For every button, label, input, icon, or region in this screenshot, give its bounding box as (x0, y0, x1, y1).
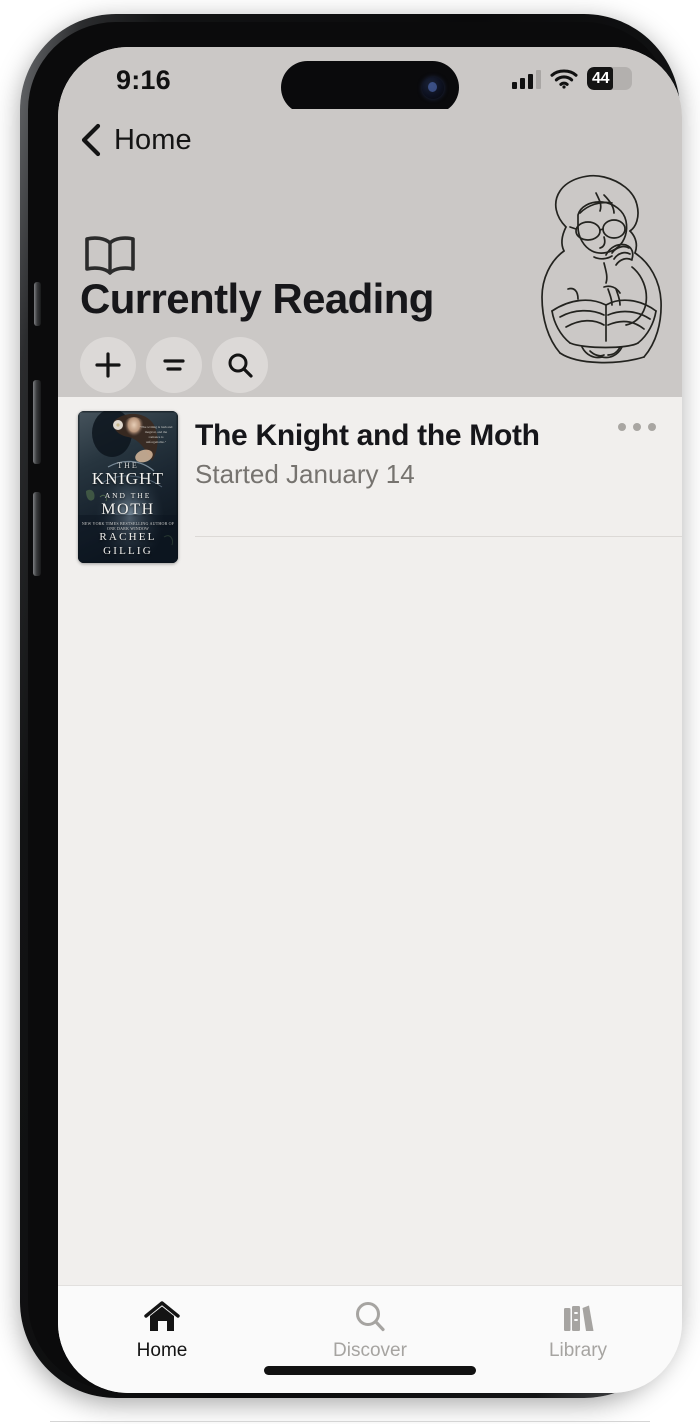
tab-library[interactable]: Library (474, 1300, 682, 1362)
list-divider (195, 536, 682, 537)
open-book-icon (85, 236, 135, 275)
front-camera-icon (422, 76, 444, 99)
chevron-left-icon (81, 123, 101, 157)
search-icon (356, 1302, 385, 1332)
cover-quote: "The writing is lush and magical, and th… (139, 425, 173, 445)
bottom-tab-bar: Home Discover Library (58, 1285, 682, 1393)
currently-reading-list: "The writing is lush and magical, and th… (58, 397, 682, 1285)
more-horizontal-icon[interactable] (618, 423, 656, 431)
tab-discover-label: Discover (333, 1340, 407, 1361)
cellular-signal-icon (512, 69, 541, 89)
battery-percent: 44 (592, 70, 610, 87)
volume-down-button[interactable] (33, 492, 41, 576)
books-shelf-icon (564, 1305, 594, 1331)
page-header: Currently Reading (58, 171, 682, 397)
plus-icon (95, 352, 121, 378)
cover-author-last: GILLIG (103, 545, 153, 557)
home-indicator[interactable] (264, 1366, 476, 1375)
status-time: 9:16 (116, 65, 171, 95)
add-button[interactable] (80, 337, 136, 393)
cover-line-and-the: AND THE (104, 491, 152, 500)
phone-screen: 9:16 44 Home Currently Reading "The writ… (58, 47, 682, 1393)
cover-line-moth: MOTH (101, 501, 155, 518)
search-icon (228, 353, 253, 378)
search-button[interactable] (212, 337, 268, 393)
status-indicators: 44 (512, 67, 632, 90)
sort-button[interactable] (146, 337, 202, 393)
book-title: The Knight and the Moth (195, 419, 540, 452)
cover-author-first: RACHEL (99, 531, 157, 543)
tab-library-label: Library (548, 1340, 608, 1361)
back-button-label: Home (114, 123, 192, 156)
cover-line-knight: KNIGHT (91, 469, 165, 488)
book-started-date: Started January 14 (195, 459, 415, 489)
status-bar: 9:16 44 (58, 47, 682, 114)
screenshot-canvas: 9:16 44 Home Currently Reading "The writ… (0, 0, 700, 1424)
book-cover-image[interactable]: "The writing is lush and magical, and th… (78, 411, 178, 563)
list-item[interactable]: "The writing is lush and magical, and th… (58, 397, 682, 563)
book-details: The Knight and the Moth Started January … (178, 411, 682, 563)
silence-switch[interactable] (34, 282, 41, 326)
tab-discover[interactable]: Discover (266, 1300, 474, 1362)
sort-lines-icon (163, 359, 185, 371)
back-button[interactable]: Home (80, 123, 192, 157)
phone-device-frame: 9:16 44 Home Currently Reading "The writ… (20, 14, 682, 1398)
page-title: Currently Reading (80, 275, 434, 322)
cover-blurb: NEW YORK TIMES BESTSELLING AUTHOR OF ONE… (81, 521, 175, 531)
header-actions (80, 337, 268, 393)
tab-home-label: Home (136, 1340, 188, 1361)
page-bottom-rule (50, 1421, 650, 1422)
volume-up-button[interactable] (33, 380, 41, 464)
dynamic-island (281, 61, 459, 114)
battery-icon: 44 (587, 67, 632, 90)
wifi-icon (550, 69, 578, 89)
home-icon (144, 1301, 180, 1331)
navigation-bar: Home (58, 109, 682, 171)
tab-home[interactable]: Home (58, 1300, 266, 1362)
reading-person-illustration (541, 174, 662, 364)
